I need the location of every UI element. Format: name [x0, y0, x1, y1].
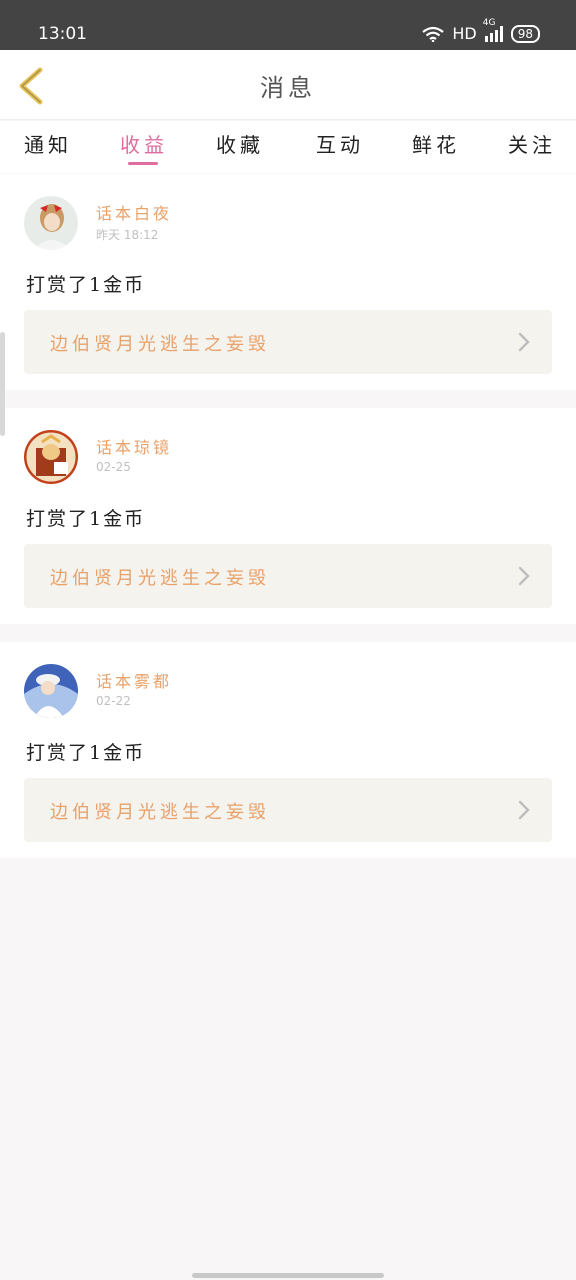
signal-icon: 4G: [483, 18, 503, 42]
tab-bar: 通知 收益 收藏 互动 鲜花 关注: [0, 121, 576, 173]
tab-following[interactable]: 关注: [508, 129, 556, 158]
scrollbar[interactable]: [0, 332, 5, 436]
book-link[interactable]: 边伯贤月光逃生之妄毁: [24, 310, 552, 374]
message-text: 打赏了1金币: [26, 274, 146, 296]
message-text: 打赏了1金币: [26, 742, 146, 764]
header: 消息: [0, 50, 576, 120]
avatar[interactable]: [24, 196, 78, 250]
book-link[interactable]: 边伯贤月光逃生之妄毁: [24, 778, 552, 842]
username[interactable]: 话本雾都: [96, 668, 172, 692]
chevron-right-icon: [518, 332, 530, 352]
message-card: 话本雾都 02-22 打赏了1金币 边伯贤月光逃生之妄毁: [0, 642, 576, 858]
timestamp: 02-25: [96, 460, 131, 474]
tab-interactions[interactable]: 互动: [316, 129, 364, 158]
active-tab-indicator: [128, 162, 158, 165]
tab-flowers[interactable]: 鲜花: [412, 129, 460, 158]
avatar[interactable]: [24, 430, 78, 484]
tab-earnings[interactable]: 收益: [120, 129, 168, 158]
book-link[interactable]: 边伯贤月光逃生之妄毁: [24, 544, 552, 608]
avatar[interactable]: [24, 664, 78, 718]
username[interactable]: 话本琼镜: [96, 434, 172, 458]
username[interactable]: 话本白夜: [96, 200, 172, 224]
battery-icon: 98: [510, 24, 540, 43]
timestamp: 昨天 18:12: [96, 228, 159, 242]
status-time: 13:01: [38, 24, 87, 44]
tab-notifications[interactable]: 通知: [24, 129, 72, 158]
message-text: 打赏了1金币: [26, 508, 146, 530]
wifi-icon: [422, 26, 445, 42]
book-title: 边伯贤月光逃生之妄毁: [50, 568, 270, 589]
network-type: HD: [452, 24, 477, 43]
signal-label: 4G: [482, 17, 496, 28]
status-icons: HD 4G 98: [422, 18, 540, 43]
book-title: 边伯贤月光逃生之妄毁: [50, 802, 270, 823]
chevron-right-icon: [518, 800, 530, 820]
timestamp: 02-22: [96, 694, 131, 708]
message-card: 话本白夜 昨天 18:12 打赏了1金币 边伯贤月光逃生之妄毁: [0, 174, 576, 390]
tab-favorites[interactable]: 收藏: [216, 129, 264, 158]
chevron-right-icon: [518, 566, 530, 586]
status-bar: 13:01 HD 4G 98: [0, 0, 576, 50]
book-title: 边伯贤月光逃生之妄毁: [50, 334, 270, 355]
home-indicator[interactable]: [192, 1273, 384, 1278]
message-card: 话本琼镜 02-25 打赏了1金币 边伯贤月光逃生之妄毁: [0, 408, 576, 624]
page-title: 消息: [260, 74, 316, 102]
